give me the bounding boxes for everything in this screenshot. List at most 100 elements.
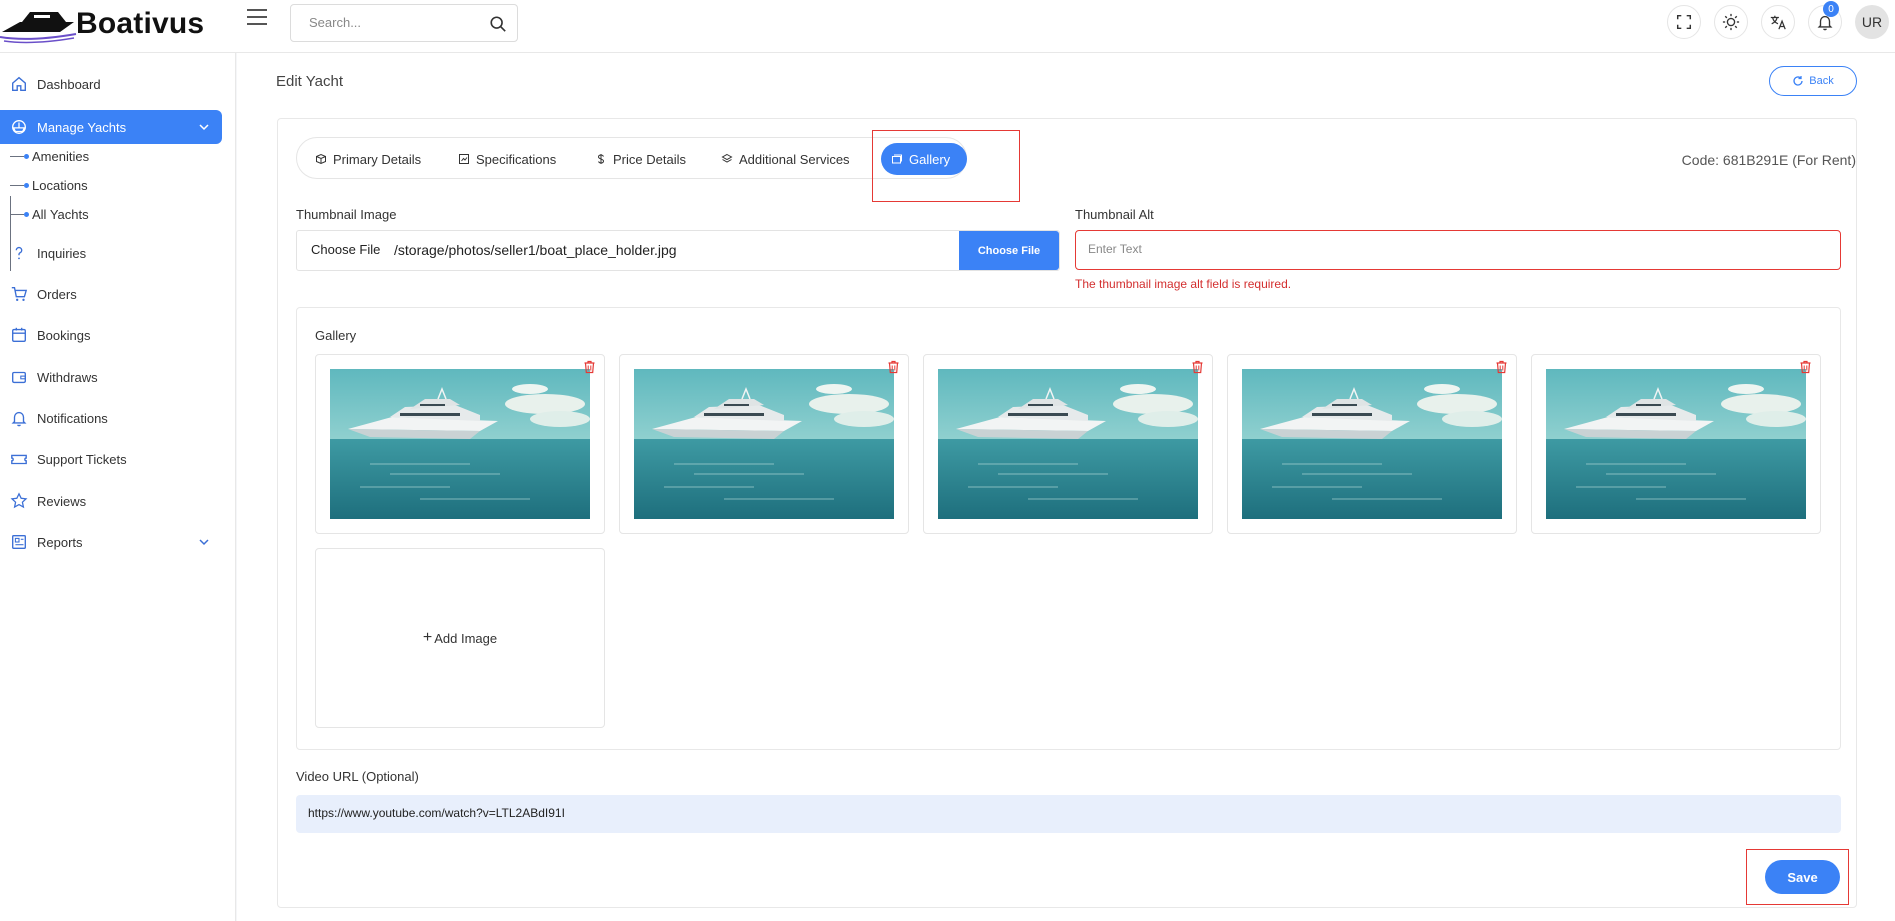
trash-icon[interactable] [1495,360,1508,374]
trash-icon[interactable] [583,360,596,374]
gallery-image-tile [1531,354,1821,534]
tab-additional-services[interactable]: Additional Services [711,143,860,175]
sidebar-item-label: Manage Yachts [37,119,127,135]
sidebar-item-label: Support Tickets [37,451,127,467]
thumbnail-alt-label: Thumbnail Alt [1075,207,1154,222]
sidebar-item-reviews[interactable]: Reviews [0,484,222,518]
chevron-down-icon [199,539,209,546]
tab-primary-details[interactable]: Primary Details [305,143,431,175]
search-icon[interactable] [489,15,507,33]
top-bar: Boativus 0 UR [0,0,1895,53]
theme-toggle-button[interactable] [1714,5,1748,39]
tab-label: Primary Details [333,151,422,167]
chevron-down-icon [199,124,209,131]
back-button-label: Back [1809,75,1834,87]
report-icon [12,535,26,549]
sidebar-item-support-tickets[interactable]: Support Tickets [0,442,222,476]
tree-branch [10,156,24,157]
edit-yacht-card: Primary Details Specifications Price Det… [277,118,1857,908]
thumbnail-file-path: /storage/photos/seller1/boat_place_holde… [394,242,677,258]
tab-label: Price Details [613,151,686,167]
sidebar-item-notifications[interactable]: Notifications [0,401,222,435]
tab-price-details[interactable]: Price Details [585,143,696,175]
gallery-image [1546,369,1806,519]
thumbnail-label: Thumbnail Image [296,207,397,222]
yacht-photo [1546,369,1806,519]
tree-dot [24,183,29,188]
sidebar-item-dashboard[interactable]: Dashboard [0,67,222,101]
add-image-button[interactable]: + Add Image [315,548,605,728]
sidebar-subitem-locations[interactable]: Locations [32,178,88,193]
yacht-icon [12,120,26,134]
notification-count-badge: 0 [1823,1,1839,17]
gallery-image-tile [619,354,909,534]
trash-icon[interactable] [887,360,900,374]
sidebar-item-label: Orders [37,286,77,302]
brand-logo[interactable]: Boativus [0,4,204,44]
user-avatar[interactable]: UR [1855,5,1889,39]
gallery-image [634,369,894,519]
gallery-label: Gallery [315,328,357,343]
fullscreen-icon [1676,14,1692,30]
sidebar-item-withdraws[interactable]: Withdraws [0,360,222,394]
trash-icon[interactable] [1191,360,1204,374]
thumbnail-file-field[interactable]: Choose File /storage/photos/seller1/boat… [296,230,1060,271]
sidebar-item-label: Withdraws [37,369,98,385]
yacht-photo [1242,369,1502,519]
box-icon [316,153,326,165]
gallery-image [1242,369,1502,519]
trash-icon[interactable] [1799,360,1812,374]
tab-bar: Primary Details Specifications Price Det… [296,137,967,179]
tree-branch [10,214,24,215]
highlight-box-gallery [872,130,1020,202]
refresh-icon [1793,76,1803,86]
bell-icon [11,411,27,427]
wallet-icon [12,371,26,384]
brand-name: Boativus [76,7,205,40]
sidebar-item-label: Inquiries [37,245,87,261]
calendar-icon [12,327,26,342]
page-title: Edit Yacht [276,73,343,90]
sidebar-item-manage-yachts[interactable]: Manage Yachts [0,110,222,144]
tree-dot [24,212,29,217]
search-input[interactable] [309,15,479,30]
tab-label: Specifications [476,151,557,167]
tree-dot [24,154,29,159]
highlight-box-save [1746,849,1849,905]
tree-branch [10,185,24,186]
yacht-code: Code: 681B291E (For Rent) [1681,152,1856,168]
sidebar-item-bookings[interactable]: Bookings [0,318,222,352]
gallery-image [938,369,1198,519]
plus-icon: + [422,629,433,646]
gallery-image-tile [1227,354,1517,534]
video-url-input[interactable] [308,806,1808,820]
back-button[interactable]: Back [1769,66,1857,96]
gallery-section: Gallery + Add Image [296,307,1841,750]
sidebar-item-inquiries[interactable]: Inquiries [0,236,222,270]
notifications-button[interactable]: 0 [1808,1,1842,39]
sidebar-item-label: Bookings [37,327,91,343]
tab-specifications[interactable]: Specifications [448,143,566,175]
add-image-label: Add Image [434,630,498,646]
yacht-photo [938,369,1198,519]
video-url-label: Video URL (Optional) [296,769,419,784]
gallery-image-tile [315,354,605,534]
sidebar-item-label: Reports [37,534,83,550]
home-icon [12,76,26,91]
choose-file-button[interactable]: Choose File [959,231,1059,270]
search-box [290,4,518,42]
translate-icon [1770,15,1786,30]
sidebar-subitem-amenities[interactable]: Amenities [32,149,89,164]
sidebar-item-reports[interactable]: Reports [0,525,222,559]
fullscreen-button[interactable] [1667,5,1701,39]
yacht-logo-icon [0,12,77,44]
language-button[interactable] [1761,5,1795,39]
sidebar-subitem-all-yachts[interactable]: All Yachts [32,207,89,222]
thumbnail-alt-input[interactable] [1088,242,1788,256]
native-choose-file-label[interactable]: Choose File [311,242,380,257]
star-icon [10,492,28,509]
ticket-icon [11,454,27,465]
gallery-image-tile [923,354,1213,534]
menu-toggle-icon[interactable] [247,9,267,27]
sidebar-item-orders[interactable]: Orders [0,277,222,311]
